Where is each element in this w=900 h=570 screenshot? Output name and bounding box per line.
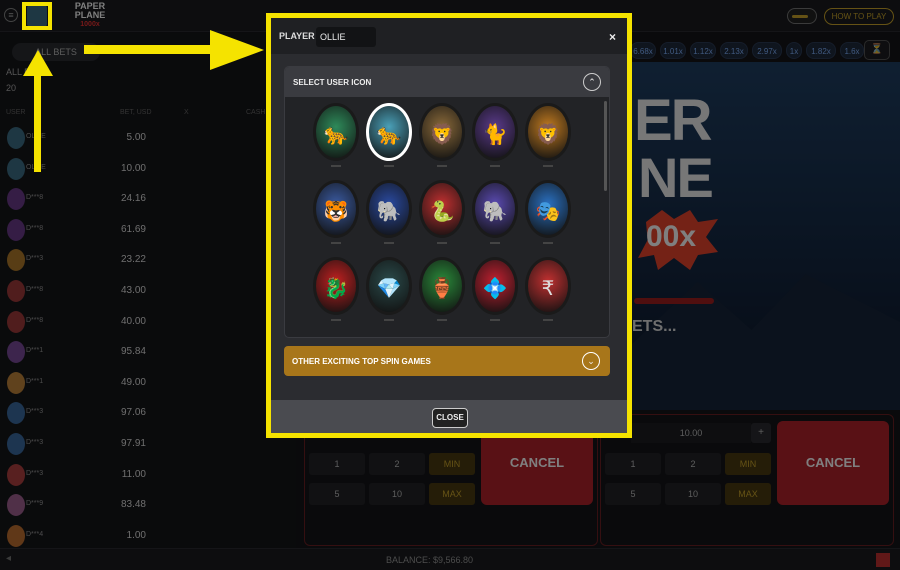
icon-glyph: 🎭 [535,201,561,223]
icon-divider [490,319,500,321]
icon-divider [331,165,341,167]
icon-glyph: 🦁 [429,124,455,146]
icon-divider [437,319,447,321]
arrow-shaft-vertical [34,72,41,172]
icon-divider [543,242,553,244]
icon-divider [331,242,341,244]
icon-divider [437,165,447,167]
icon-divider [331,319,341,321]
player-name-field[interactable]: OLLIE [316,27,376,47]
cougar-icon[interactable]: 🐆 [313,103,359,161]
lucky-pot-icon[interactable]: 🏺 [419,257,465,315]
icon-glyph: 🏺 [429,278,455,300]
tiger-icon[interactable]: 🐯 [313,180,359,238]
golden-elephant-icon[interactable]: 🐘 [366,180,412,238]
dragon-icon[interactable]: 🐉 [313,257,359,315]
rupee-coin-icon[interactable]: ₹ [525,257,571,315]
icon-divider [543,165,553,167]
icon-divider [384,319,394,321]
chevron-down-icon[interactable]: ⌄ [582,352,600,370]
icon-divider [490,242,500,244]
modal-footer: CLOSE [271,400,627,433]
icon-divider [437,242,447,244]
select-icon-title: SELECT USER ICON [293,78,372,87]
other-games-title: OTHER EXCITING TOP SPIN GAMES [292,357,431,366]
highlight-box [22,2,52,30]
icons-scrollbar[interactable] [604,101,607,191]
blue-gem-icon[interactable]: 💠 [472,257,518,315]
arrow-shaft-horizontal [84,45,214,54]
chevron-up-icon[interactable]: ⌃ [583,73,601,91]
icon-glyph: 🦁 [535,124,561,146]
lioness-icon[interactable]: 🦁 [419,103,465,161]
icon-divider [384,165,394,167]
lion-icon[interactable]: 🦁 [525,103,571,161]
icon-glyph: 🐈 [482,124,508,146]
icon-glyph: 🐯 [323,201,349,223]
icon-glyph: ₹ [541,278,555,300]
other-games-section[interactable]: OTHER EXCITING TOP SPIN GAMES ⌄ [284,346,610,376]
snake-icon[interactable]: 🐍 [419,180,465,238]
select-icon-section: SELECT USER ICON ⌃ 🐆 🐆 🦁 🐈 🦁 🐯 🐘 🐍 🐘 🎭 🐉 💎 🏺 💠 ₹ [284,66,610,338]
icon-glyph: 🐉 [323,278,349,300]
snow-leopard-icon[interactable]: 🐆 [366,103,412,161]
player-modal: PLAYER OLLIE × SELECT USER ICON ⌃ 🐆 🐆 🦁 🐈 🦁 🐯… [266,13,632,438]
icon-glyph: 💎 [376,278,402,300]
icon-glyph: 🐆 [376,124,402,146]
white-elephant-icon[interactable]: 🐘 [472,180,518,238]
icon-glyph: 💠 [482,278,508,300]
icon-glyph: 🐘 [376,201,402,223]
player-label: PLAYER [279,31,315,41]
close-button[interactable]: CLOSE [432,408,468,428]
panther-icon[interactable]: 🐈 [472,103,518,161]
icon-divider [543,319,553,321]
icon-glyph: 🐍 [429,201,455,223]
select-icon-header[interactable]: SELECT USER ICON ⌃ [285,67,609,97]
carnival-mask-icon[interactable]: 🎭 [525,180,571,238]
icon-glyph: 🐆 [323,124,349,146]
close-icon[interactable]: × [609,30,616,44]
icon-divider [384,242,394,244]
diamond-icon[interactable]: 💎 [366,257,412,315]
icon-glyph: 🐘 [482,201,508,223]
modal-header: PLAYER OLLIE × [271,18,627,54]
icon-divider [490,165,500,167]
